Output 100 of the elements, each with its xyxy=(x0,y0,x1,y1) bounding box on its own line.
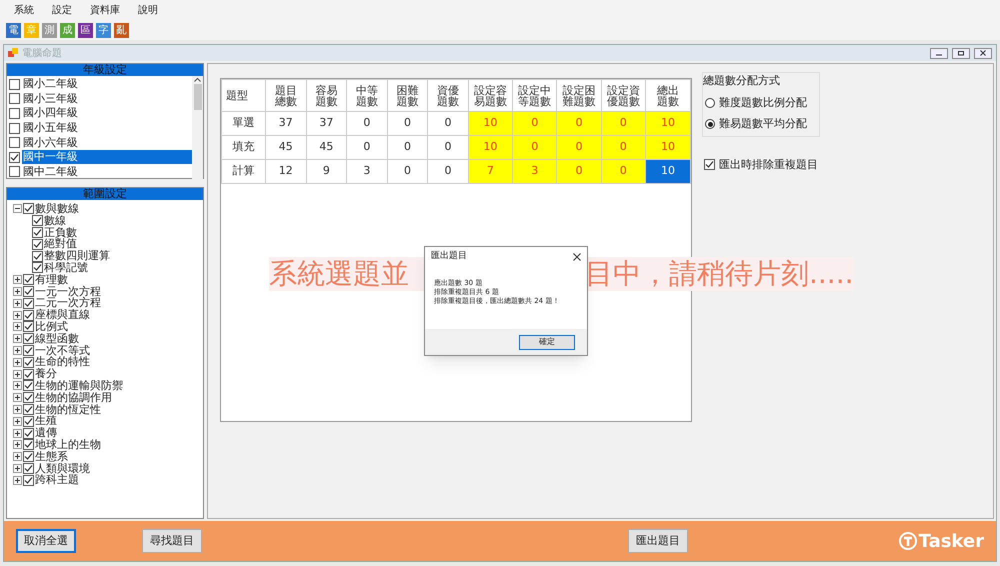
checkbox[interactable] xyxy=(9,78,20,90)
menu-item[interactable]: 說明 xyxy=(138,2,158,18)
checkbox[interactable] xyxy=(23,462,34,474)
scroll-up-icon[interactable] xyxy=(194,76,201,84)
checkbox[interactable] xyxy=(9,166,20,178)
radio-button[interactable] xyxy=(705,119,715,130)
expand-icon[interactable] xyxy=(13,476,22,485)
tree-item[interactable]: 正負數 xyxy=(44,226,77,238)
expand-icon[interactable] xyxy=(13,346,22,355)
restore-button[interactable] xyxy=(952,48,970,58)
tree-item[interactable]: 養分 xyxy=(35,368,57,380)
checkbox-label[interactable]: 匯出時排除重複題目 xyxy=(719,156,818,173)
checkbox[interactable] xyxy=(9,108,20,119)
checkbox[interactable] xyxy=(23,451,34,462)
expand-icon[interactable] xyxy=(13,310,22,320)
checkbox[interactable] xyxy=(23,310,34,321)
checkbox[interactable] xyxy=(9,93,20,104)
close-button[interactable] xyxy=(974,48,992,58)
tree-item[interactable]: 比例式 xyxy=(35,320,68,333)
tree-item[interactable]: 有理數 xyxy=(35,274,68,286)
toolbar-button[interactable]: 亂 xyxy=(114,22,129,38)
tree-item[interactable]: 地球上的生物 xyxy=(35,438,101,451)
toolbar-button[interactable]: 電 xyxy=(6,22,21,38)
toolbar-button[interactable]: 區 xyxy=(78,22,93,38)
expand-icon[interactable] xyxy=(13,334,22,344)
expand-icon[interactable] xyxy=(13,416,22,426)
grade-item[interactable]: 國小五年級 xyxy=(22,121,192,136)
radio-label[interactable]: 難易題數平均分配 xyxy=(719,116,807,132)
expand-icon[interactable] xyxy=(13,275,22,284)
tree-item[interactable]: 科學記號 xyxy=(44,262,88,274)
action-button[interactable]: 匯出題目 xyxy=(628,529,688,553)
checkbox[interactable] xyxy=(23,298,34,309)
checkbox[interactable] xyxy=(23,474,34,486)
tree-item[interactable]: 生命的特性 xyxy=(35,356,90,368)
tree-item[interactable]: 生物的協調作用 xyxy=(35,392,112,404)
checkbox[interactable] xyxy=(23,428,34,439)
menu-item[interactable]: 資料庫 xyxy=(90,2,120,18)
checkbox[interactable] xyxy=(23,392,34,404)
grade-item[interactable]: 國小四年級 xyxy=(22,106,192,120)
expand-icon[interactable] xyxy=(13,464,22,473)
tree-item[interactable]: 一元一次方程 xyxy=(35,286,101,298)
radio-button[interactable] xyxy=(705,98,715,108)
expand-icon[interactable] xyxy=(13,322,22,332)
tree-item[interactable]: 二元一次方程 xyxy=(35,297,101,310)
checkbox[interactable] xyxy=(23,344,34,356)
checkbox[interactable] xyxy=(32,215,43,226)
checkbox[interactable] xyxy=(23,368,34,380)
tree-item[interactable]: 跨科主題 xyxy=(35,474,79,486)
checkbox[interactable] xyxy=(9,122,20,134)
checkbox[interactable] xyxy=(32,250,43,262)
expand-icon[interactable] xyxy=(13,404,22,414)
expand-icon[interactable] xyxy=(13,440,22,450)
tree-item[interactable]: 線型函數 xyxy=(35,332,79,345)
toolbar-button[interactable]: 字 xyxy=(96,22,111,38)
tree-item[interactable]: 生物的恆定性 xyxy=(35,404,101,416)
expand-icon[interactable] xyxy=(13,358,22,367)
checkbox[interactable] xyxy=(23,356,34,368)
grade-item[interactable]: 國小六年級 xyxy=(22,136,192,150)
checkbox[interactable] xyxy=(32,226,43,238)
checkbox[interactable] xyxy=(23,203,34,214)
tree-item[interactable]: 絕對值 xyxy=(44,238,77,250)
action-button[interactable]: 尋找題目 xyxy=(142,529,202,553)
checkbox[interactable] xyxy=(23,321,34,332)
tree-item[interactable]: 數與數線 xyxy=(35,203,79,215)
minimize-button[interactable] xyxy=(930,48,948,58)
grade-item[interactable]: 國小三年級 xyxy=(22,92,192,106)
checkbox[interactable] xyxy=(23,380,34,392)
checkbox[interactable] xyxy=(23,416,34,427)
tree-item[interactable]: 整數四則運算 xyxy=(44,250,110,262)
menu-item[interactable]: 設定 xyxy=(52,2,72,18)
tree-item[interactable]: 人類與環境 xyxy=(35,462,90,474)
expand-icon[interactable] xyxy=(13,298,22,308)
action-button[interactable]: 取消全選 xyxy=(16,529,76,553)
grade-item[interactable]: 國小二年級 xyxy=(22,77,192,92)
checkbox[interactable] xyxy=(23,274,34,286)
expand-icon[interactable] xyxy=(13,286,22,296)
menu-item[interactable]: 系統 xyxy=(14,2,34,18)
tree-item[interactable]: 生物的運輸與防禦 xyxy=(35,380,123,392)
checkbox[interactable] xyxy=(704,159,715,170)
checkbox[interactable] xyxy=(9,137,20,148)
close-icon[interactable] xyxy=(573,253,581,261)
checkbox[interactable] xyxy=(9,152,20,163)
tree-item[interactable]: 遺傳 xyxy=(35,427,57,439)
grade-item[interactable]: 國中一年級 xyxy=(22,150,192,164)
expand-icon[interactable] xyxy=(13,452,22,462)
ok-button[interactable]: 確定 xyxy=(519,334,575,350)
checkbox[interactable] xyxy=(23,404,34,415)
tree-item[interactable]: 生殖 xyxy=(35,415,57,428)
expand-icon[interactable] xyxy=(13,381,22,390)
checkbox[interactable] xyxy=(32,238,43,250)
checkbox[interactable] xyxy=(23,333,34,344)
radio-label[interactable]: 難度題數比例分配 xyxy=(719,94,807,111)
checkbox[interactable] xyxy=(23,286,34,297)
expand-icon[interactable] xyxy=(13,393,22,402)
grade-item[interactable]: 國中二年級 xyxy=(22,164,192,179)
expand-icon[interactable] xyxy=(13,370,22,379)
scroll-thumb[interactable] xyxy=(194,84,202,110)
expand-icon[interactable] xyxy=(13,428,22,438)
checkbox[interactable] xyxy=(32,262,43,274)
tree-item[interactable]: 一次不等式 xyxy=(35,344,90,356)
